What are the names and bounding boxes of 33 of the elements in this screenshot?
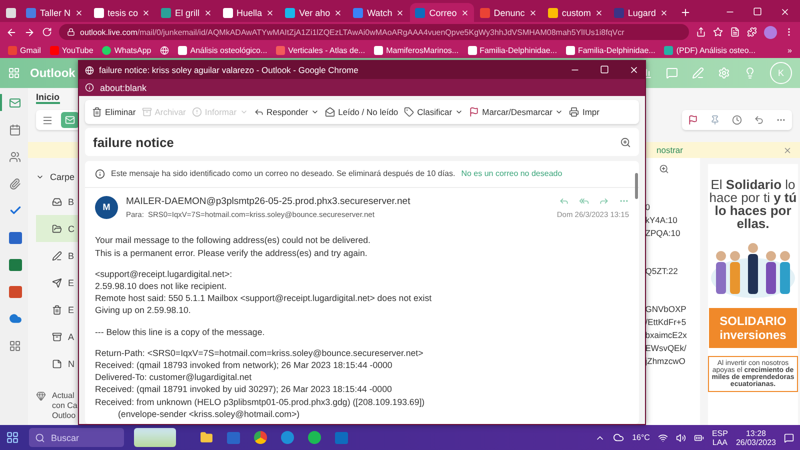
address-text: about:blank bbox=[100, 82, 147, 92]
app-name: Outlook bbox=[30, 66, 76, 80]
weather-text: 16°C bbox=[632, 433, 650, 442]
ad-headline: El Solidario lo hace por ti y tú lo haces por ellas. bbox=[708, 178, 798, 230]
url-text: outlook.live.com/mail/0/junkemail/id/AQMkADAwATYwMAItZjA1Zi1lZQEzLTAwAi0wMAoARgAAA4vuenQpve5KgWy3hhJdVSMHAM08mah5YlIUs1i8fqVcr bbox=[80, 28, 624, 36]
message-text: GNVbOXP bbox=[645, 304, 688, 314]
upgrade-text: Actual con Ca Outloo bbox=[52, 391, 78, 421]
message-text: Q5ZT:22 bbox=[645, 266, 679, 276]
ad-brand: SOLIDARIO inversiones bbox=[709, 308, 797, 348]
message-line: Your mail message to the following address(es) could not be delivered. bbox=[95, 235, 372, 247]
message-line: Received: from unknown (HELO p3plibsmtp01-05.prod.phx3.gdg) ([208.109.193.69]) bbox=[95, 396, 426, 408]
message-text: kY4A:10 bbox=[645, 215, 678, 225]
message-line: Return-Path: <SRS0=IqxV=7S=hotmail.com=kriss.soley@bounce.secureserver.net> bbox=[95, 348, 424, 359]
sender-avatar: M bbox=[95, 196, 118, 219]
message-line: Received: (qmail 18793 invoked from network); 26 Mar 2023 18:15:44 -0000 bbox=[95, 360, 394, 372]
message-line: Received: (qmail 18791 invoked by uid 30297); 26 Mar 2023 18:15:44 -0000 bbox=[95, 384, 393, 396]
message-text: /EttKdFr+5 bbox=[645, 317, 688, 327]
message-line: This is a permanent error. Please verify the address(es) and try again. bbox=[95, 248, 368, 259]
message-line: Delivered-To: customer@lugardigital.net bbox=[95, 372, 253, 384]
message-line: 2.59.98.10 does not like recipient. bbox=[95, 280, 228, 292]
junk-notice-text: Este mensaje ha sido identificado como un correo no deseado. Se eliminará después de 10 días. bbox=[111, 169, 456, 178]
message-line: --- Below this line is a copy of the message. bbox=[95, 326, 266, 338]
message-subject: failure notice bbox=[93, 134, 174, 150]
message-text: ZPQA:10 bbox=[645, 228, 682, 238]
message-text: bxaimcE2x bbox=[645, 330, 688, 340]
message-text: EWsvQEk/ bbox=[645, 343, 688, 353]
message-line: <support@receipt.lugardigital.net>: bbox=[95, 268, 234, 280]
message-line: (envelope-sender <kriss.soley@hotmail.com>) bbox=[117, 408, 301, 420]
sender-address: MAILER-DAEMON@p3plsmtp26-05-25.prod.phx3.secureserver.net bbox=[126, 196, 412, 207]
message-line: Giving up on 2.59.98.10. bbox=[95, 305, 192, 317]
message-line: Remote host said: 550 5.1.1 Mailbox <support@receipt.lugardigital.net> does not exist bbox=[95, 293, 433, 304]
message-text: jZhmzcwO bbox=[645, 356, 686, 366]
window-title: failure notice: kriss soley aguilar valarezo - Outlook - Google Chrome bbox=[99, 65, 358, 75]
